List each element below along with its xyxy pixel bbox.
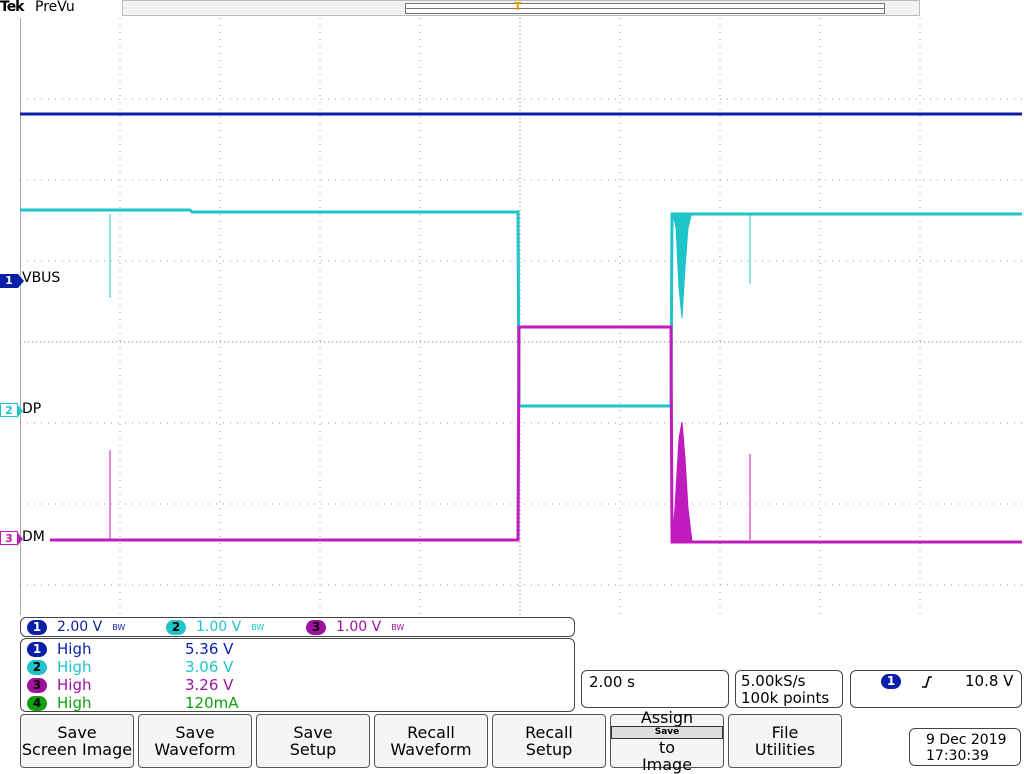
- channel-2-scale-value: 1.00 V: [196, 619, 242, 635]
- measurement-value: 5.36 V: [185, 640, 234, 658]
- horizontal-scale-readout[interactable]: 2.00 s: [581, 670, 729, 708]
- measurement-row: 2 High 3.06 V: [27, 658, 233, 676]
- measurement-value: 3.26 V: [185, 676, 234, 694]
- waveform-display: [20, 18, 1022, 615]
- measurement-readout[interactable]: 1 High 5.36 V 2 High 3.06 V 3 High 3.26 …: [20, 638, 575, 712]
- trigger-readout[interactable]: 1 10.8 V: [850, 670, 1022, 708]
- channel-4-badge: 4: [27, 695, 47, 711]
- channel-2-badge: 2: [166, 619, 186, 635]
- channel-1-badge: 1: [27, 619, 47, 635]
- date: 9 Dec 2019: [926, 732, 1007, 748]
- channel-2-badge: 2: [27, 659, 47, 675]
- save-waveform-button[interactable]: Save Waveform: [138, 714, 252, 768]
- assign-save-button[interactable]: Assign Save to Image: [610, 709, 724, 773]
- trigger-level: 10.8 V: [965, 672, 1014, 690]
- channel-2-label: DP: [22, 401, 42, 417]
- date-time-readout: 9 Dec 2019 17:30:39: [909, 728, 1021, 766]
- channel-2-scale[interactable]: 2 1.00 V BW: [166, 619, 264, 635]
- bandwidth-limit-icon: BW: [391, 622, 405, 632]
- time-per-division: 2.00 s: [589, 673, 635, 691]
- channel-2-ground-marker[interactable]: 2: [0, 403, 23, 418]
- measurement-name: High: [57, 694, 92, 712]
- channel-3-badge: 3: [306, 619, 326, 635]
- measurement-name: High: [57, 676, 92, 694]
- graticule-background: [20, 18, 1022, 615]
- bandwidth-limit-icon: BW: [251, 622, 265, 632]
- file-utilities-button[interactable]: File Utilities: [728, 714, 842, 768]
- channel-3-badge: 3: [27, 677, 47, 693]
- rising-edge-icon: [922, 676, 932, 688]
- measurement-value: 120mA: [185, 694, 239, 712]
- measurement-value: 3.06 V: [185, 658, 234, 676]
- measurement-row: 1 High 5.36 V: [27, 640, 233, 658]
- channel-3-ground-marker[interactable]: 3: [0, 531, 23, 546]
- acquisition-readout[interactable]: 5.00kS/s 100k points: [735, 670, 843, 708]
- time: 17:30:39: [926, 748, 989, 764]
- channel-3-label: DM: [22, 529, 45, 545]
- trigger-source-badge: 1: [881, 674, 901, 689]
- trigger-position-marker[interactable]: T: [514, 0, 522, 13]
- record-view-window[interactable]: [405, 3, 885, 14]
- bandwidth-limit-icon: BW: [112, 622, 126, 632]
- channel-3-scale[interactable]: 3 1.00 V BW: [306, 619, 404, 635]
- record-length: 100k points: [741, 689, 830, 707]
- status-bar: Tek PreVu T: [0, 0, 1024, 16]
- channel-1-label: VBUS: [22, 270, 61, 286]
- vertical-scale-readout[interactable]: 1 2.00 V BW 2 1.00 V BW 3 1.00 V BW: [20, 617, 575, 637]
- channel-3-scale-value: 1.00 V: [336, 619, 382, 635]
- measurement-row: 4 High 120mA: [27, 694, 239, 712]
- sample-rate: 5.00kS/s: [741, 672, 806, 690]
- recall-waveform-button[interactable]: Recall Waveform: [374, 714, 488, 768]
- channel-1-scale[interactable]: 1 2.00 V BW: [27, 619, 125, 635]
- channel-1-badge: 1: [27, 641, 47, 657]
- channel-1-ground-marker[interactable]: 1: [0, 274, 24, 288]
- measurement-name: High: [57, 658, 92, 676]
- brand-logo: Tek: [0, 0, 24, 15]
- recall-setup-button[interactable]: Recall Setup: [492, 714, 606, 768]
- channel-1-scale-value: 2.00 V: [57, 619, 103, 635]
- measurement-row: 3 High 3.26 V: [27, 676, 233, 694]
- save-setup-button[interactable]: Save Setup: [256, 714, 370, 768]
- save-screen-image-button[interactable]: Save Screen Image: [20, 714, 134, 768]
- measurement-name: High: [57, 640, 92, 658]
- acquisition-mode: PreVu: [35, 0, 75, 15]
